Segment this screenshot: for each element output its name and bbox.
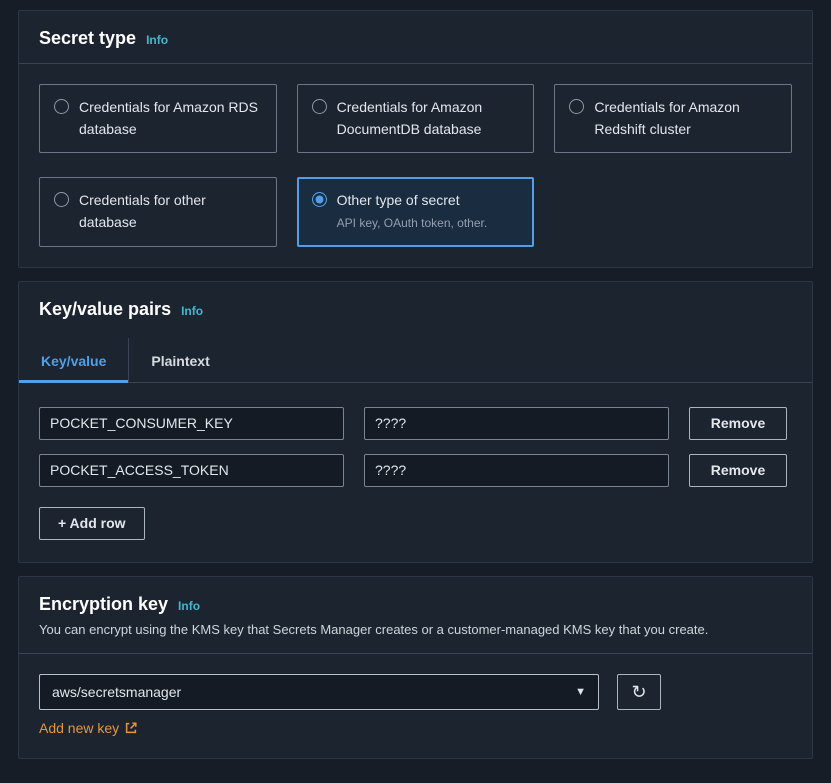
encryption-key-description: You can encrypt using the KMS key that S… <box>39 621 792 639</box>
option-label: Other type of secret API key, OAuth toke… <box>337 190 488 232</box>
key-value-pairs-header: Key/value pairs Info <box>19 282 812 334</box>
option-label: Credentials for Amazon RDS database <box>79 97 262 140</box>
option-sublabel: API key, OAuth token, other. <box>337 214 488 233</box>
remove-row-button[interactable]: Remove <box>689 454 787 487</box>
secret-type-option-other-database[interactable]: Credentials for other database <box>39 177 277 246</box>
secret-type-option-other-secret[interactable]: Other type of secret API key, OAuth toke… <box>297 177 535 246</box>
secret-type-info-link[interactable]: Info <box>146 33 168 47</box>
encryption-key-body: aws/secretsmanager ▼ ↻ Add new key <box>19 654 812 758</box>
add-row-button[interactable]: + Add row <box>39 507 145 540</box>
secret-type-option-documentdb[interactable]: Credentials for Amazon DocumentDB databa… <box>297 84 535 153</box>
key-value-pairs-card: Key/value pairs Info Key/value Plaintext… <box>18 281 813 563</box>
secret-key-input[interactable] <box>39 407 344 440</box>
radio-selected-icon <box>312 192 327 207</box>
secret-value-input[interactable] <box>364 407 669 440</box>
external-link-icon <box>124 721 138 735</box>
radio-icon <box>54 99 69 114</box>
key-value-pairs-title: Key/value pairs <box>39 299 171 320</box>
radio-icon <box>312 99 327 114</box>
key-value-row: Remove <box>39 454 792 487</box>
option-label-text: Other type of secret <box>337 192 460 208</box>
key-value-pairs-info-link[interactable]: Info <box>181 304 203 318</box>
remove-row-button[interactable]: Remove <box>689 407 787 440</box>
chevron-down-icon: ▼ <box>575 686 586 698</box>
tab-plaintext[interactable]: Plaintext <box>128 338 231 382</box>
secret-type-title: Secret type <box>39 28 136 49</box>
secret-type-option-redshift[interactable]: Credentials for Amazon Redshift cluster <box>554 84 792 153</box>
secret-type-option-rds[interactable]: Credentials for Amazon RDS database <box>39 84 277 153</box>
option-label: Credentials for other database <box>79 190 262 233</box>
encryption-key-header: Encryption key Info You can encrypt usin… <box>19 577 812 654</box>
encryption-key-info-link[interactable]: Info <box>178 599 200 613</box>
secret-type-card: Secret type Info Credentials for Amazon … <box>18 10 813 268</box>
refresh-button[interactable]: ↻ <box>617 674 661 710</box>
secret-editor-tabs: Key/value Plaintext <box>19 338 812 383</box>
option-label: Credentials for Amazon Redshift cluster <box>594 97 777 140</box>
add-new-key-label: Add new key <box>39 720 119 736</box>
encryption-key-title: Encryption key <box>39 594 168 615</box>
add-new-key-link[interactable]: Add new key <box>39 720 138 736</box>
secret-key-input[interactable] <box>39 454 344 487</box>
option-label: Credentials for Amazon DocumentDB databa… <box>337 97 520 140</box>
secret-type-body: Credentials for Amazon RDS database Cred… <box>19 64 812 267</box>
key-value-row: Remove <box>39 407 792 440</box>
tab-key-value[interactable]: Key/value <box>19 338 128 382</box>
refresh-icon: ↻ <box>631 683 646 701</box>
encryption-key-card: Encryption key Info You can encrypt usin… <box>18 576 813 759</box>
secret-type-header: Secret type Info <box>19 11 812 64</box>
secret-type-options: Credentials for Amazon RDS database Cred… <box>39 84 792 247</box>
key-value-rows: Remove Remove + Add row <box>19 383 812 562</box>
radio-icon <box>54 192 69 207</box>
store-new-secret-page: Secret type Info Credentials for Amazon … <box>0 0 831 783</box>
encryption-key-selected-value: aws/secretsmanager <box>52 684 181 700</box>
radio-icon <box>569 99 584 114</box>
secret-value-input[interactable] <box>364 454 669 487</box>
encryption-key-select[interactable]: aws/secretsmanager ▼ <box>39 674 599 710</box>
